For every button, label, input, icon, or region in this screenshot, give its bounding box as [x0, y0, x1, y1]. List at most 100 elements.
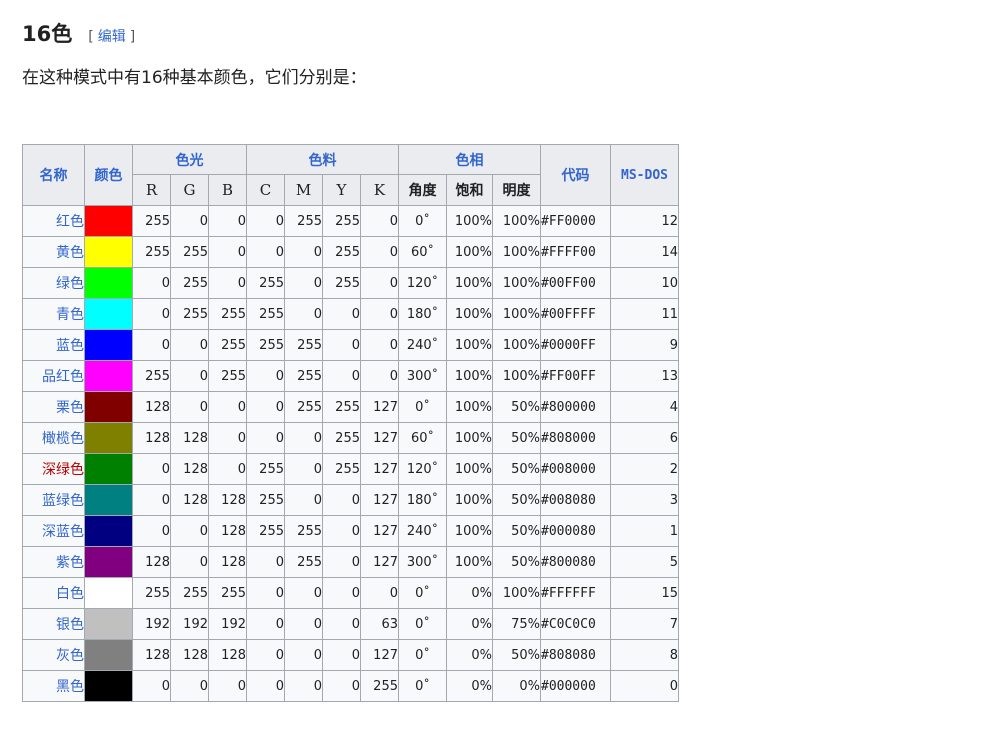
msdos-code-cell: 9	[610, 329, 679, 361]
table-row: 紫色 128 0 128 0 255 0 127 300˚ 100% 50% #800080 5	[22, 546, 679, 578]
lightness-cell: 100%	[492, 577, 541, 609]
section-heading: 16色 [编辑]	[22, 18, 135, 48]
hue-angle-cell: 0˚	[398, 205, 447, 237]
hex-code-cell: #00FF00	[540, 267, 611, 299]
rgb-b-cell: 0	[208, 670, 247, 702]
cmyk-m-cell: 255	[284, 546, 323, 578]
cmyk-k-cell: 0	[360, 267, 399, 299]
rgb-b-cell: 255	[208, 360, 247, 392]
hex-code-cell: #0000FF	[540, 329, 611, 361]
saturation-cell: 0%	[446, 577, 493, 609]
msdos-code-cell: 12	[610, 205, 679, 237]
saturation-cell: 100%	[446, 298, 493, 330]
hue-angle-cell: 0˚	[398, 577, 447, 609]
cmyk-k-cell: 127	[360, 422, 399, 454]
msdos-code-cell: 5	[610, 546, 679, 578]
msdos-code-cell: 0	[610, 670, 679, 702]
cmyk-c-cell: 0	[246, 670, 285, 702]
hue-angle-cell: 60˚	[398, 422, 447, 454]
saturation-cell: 100%	[446, 515, 493, 547]
lightness-cell: 50%	[492, 515, 541, 547]
color-name-link[interactable]: 蓝绿色	[22, 484, 85, 516]
hue-angle-cell: 0˚	[398, 639, 447, 671]
color-name-link[interactable]: 红色	[22, 205, 85, 237]
header-rgb-group[interactable]: 色光	[132, 144, 247, 175]
header-color[interactable]: 颜色	[84, 144, 133, 206]
rgb-r-cell: 128	[132, 422, 171, 454]
rgb-g-cell: 128	[170, 422, 209, 454]
cmyk-c-cell: 0	[246, 391, 285, 423]
hue-angle-cell: 0˚	[398, 670, 447, 702]
header-hsl-group[interactable]: 色相	[398, 144, 541, 175]
cmyk-k-cell: 255	[360, 670, 399, 702]
color-name-link[interactable]: 深蓝色	[22, 515, 85, 547]
color-swatch	[84, 267, 133, 299]
color-name-link[interactable]: 品红色	[22, 360, 85, 392]
header-y: Y	[322, 174, 361, 206]
header-k: K	[360, 174, 399, 206]
rgb-r-cell: 0	[132, 515, 171, 547]
color-swatch	[84, 546, 133, 578]
lightness-cell: 100%	[492, 236, 541, 268]
rgb-b-cell: 128	[208, 515, 247, 547]
hex-code-cell: #FF00FF	[540, 360, 611, 392]
cmyk-m-cell: 0	[284, 608, 323, 640]
cmyk-c-cell: 0	[246, 236, 285, 268]
color-name-link[interactable]: 橄榄色	[22, 422, 85, 454]
cmyk-m-cell: 0	[284, 639, 323, 671]
rgb-b-cell: 0	[208, 391, 247, 423]
color-name-link[interactable]: 紫色	[22, 546, 85, 578]
header-cmyk-group[interactable]: 色料	[246, 144, 399, 175]
color-name-link[interactable]: 深绿色	[22, 453, 85, 485]
hex-code-cell: #00FFFF	[540, 298, 611, 330]
rgb-r-cell: 192	[132, 608, 171, 640]
color-name-link[interactable]: 黑色	[22, 670, 85, 702]
color-name-link[interactable]: 黄色	[22, 236, 85, 268]
cmyk-m-cell: 0	[284, 298, 323, 330]
cmyk-m-cell: 255	[284, 329, 323, 361]
color-name-link[interactable]: 蓝色	[22, 329, 85, 361]
msdos-code-cell: 6	[610, 422, 679, 454]
edit-link[interactable]: 编辑	[98, 29, 126, 45]
table-row: 银色 192 192 192 0 0 0 63 0˚ 0% 75% #C0C0C0 7	[22, 608, 679, 640]
table-row: 红色 255 0 0 0 255 255 0 0˚ 100% 100% #FF0000 12	[22, 205, 679, 237]
hex-code-cell: #000000	[540, 670, 611, 702]
color-name-link[interactable]: 银色	[22, 608, 85, 640]
hue-angle-cell: 0˚	[398, 608, 447, 640]
rgb-r-cell: 0	[132, 298, 171, 330]
saturation-cell: 100%	[446, 391, 493, 423]
header-code[interactable]: 代码	[540, 144, 611, 206]
saturation-cell: 100%	[446, 267, 493, 299]
header-name[interactable]: 名称	[22, 144, 85, 206]
color-name-link[interactable]: 白色	[22, 577, 85, 609]
rgb-g-cell: 0	[170, 205, 209, 237]
cmyk-k-cell: 127	[360, 546, 399, 578]
rgb-b-cell: 128	[208, 484, 247, 516]
cmyk-k-cell: 0	[360, 360, 399, 392]
cmyk-k-cell: 127	[360, 484, 399, 516]
hue-angle-cell: 240˚	[398, 515, 447, 547]
lightness-cell: 50%	[492, 484, 541, 516]
color-name-link[interactable]: 青色	[22, 298, 85, 330]
rgb-r-cell: 0	[132, 267, 171, 299]
color-name-link[interactable]: 栗色	[22, 391, 85, 423]
cmyk-y-cell: 0	[322, 670, 361, 702]
rgb-g-cell: 0	[170, 515, 209, 547]
rgb-g-cell: 128	[170, 484, 209, 516]
hue-angle-cell: 0˚	[398, 391, 447, 423]
color-name-link[interactable]: 绿色	[22, 267, 85, 299]
table-row: 深蓝色 0 0 128 255 255 0 127 240˚ 100% 50% #000080 1	[22, 515, 679, 547]
rgb-r-cell: 128	[132, 546, 171, 578]
cmyk-y-cell: 0	[322, 360, 361, 392]
hex-code-cell: #000080	[540, 515, 611, 547]
header-msdos[interactable]: MS-DOS	[610, 144, 679, 206]
cmyk-k-cell: 0	[360, 577, 399, 609]
color-name-link[interactable]: 灰色	[22, 639, 85, 671]
header-g: G	[170, 174, 209, 206]
cmyk-m-cell: 0	[284, 422, 323, 454]
table-row: 蓝色 0 0 255 255 255 0 0 240˚ 100% 100% #0000FF 9	[22, 329, 679, 361]
table-row: 灰色 128 128 128 0 0 0 127 0˚ 0% 50% #808080 8	[22, 639, 679, 671]
color-table-body: 红色 255 0 0 0 255 255 0 0˚ 100% 100% #FF0000 12 黄色 255 2…	[22, 205, 679, 702]
cmyk-c-cell: 0	[246, 422, 285, 454]
cmyk-k-cell: 0	[360, 205, 399, 237]
